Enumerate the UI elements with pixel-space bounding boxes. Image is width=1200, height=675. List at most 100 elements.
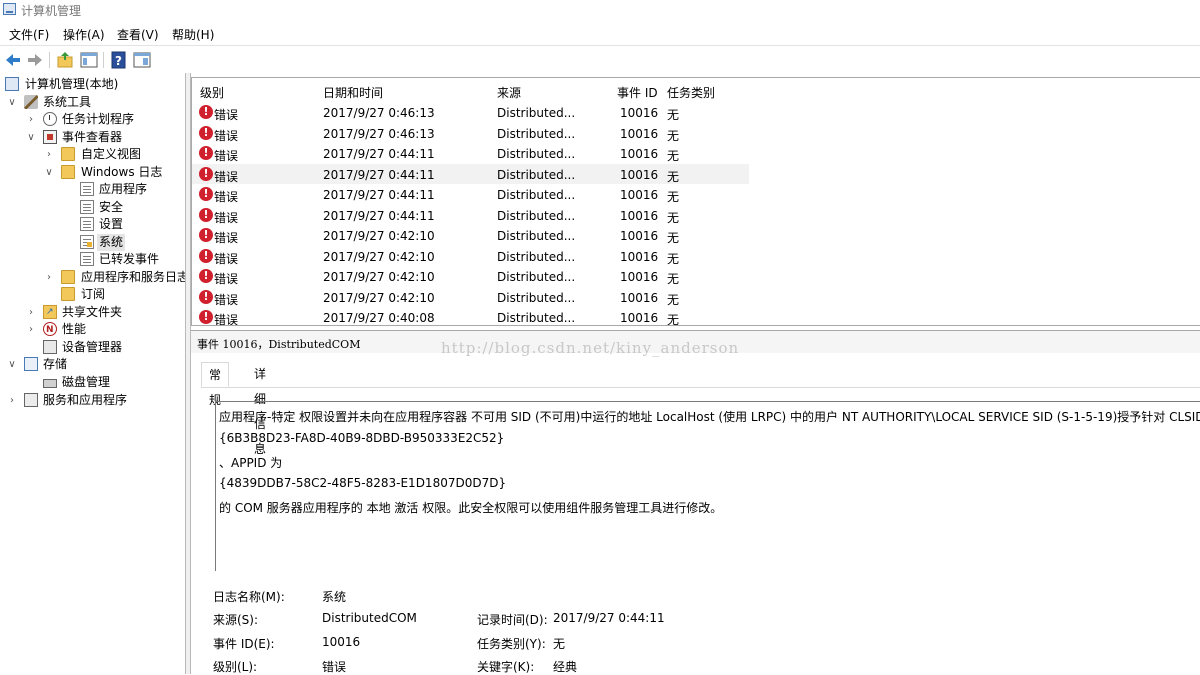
- tab-details[interactable]: 详细信息: [247, 362, 273, 456]
- source-value: DistributedCOM: [322, 611, 417, 625]
- error-icon: !: [199, 310, 213, 324]
- tree-label: 系统工具: [43, 95, 92, 109]
- computer-management-icon: [3, 3, 16, 15]
- column-level[interactable]: 级别: [200, 84, 224, 101]
- back-arrow-icon[interactable]: [3, 50, 23, 70]
- logged-value: 2017/9/27 0:44:11: [553, 611, 665, 625]
- error-icon: !: [199, 125, 213, 140]
- chevron-down-icon[interactable]: ∨: [7, 94, 17, 111]
- cell-datetime: 2017/9/27 0:42:10: [323, 270, 435, 284]
- keywords-label: 关键字(K):: [477, 660, 535, 674]
- menu-view[interactable]: 查看(V): [117, 26, 159, 43]
- chevron-right-icon[interactable]: ›: [26, 111, 36, 128]
- description-line: {6B3B8D23-FA8D-40B9-8DBD-B950333E2C52}: [219, 431, 505, 445]
- column-datetime[interactable]: 日期和时间: [323, 84, 383, 101]
- chevron-right-icon[interactable]: ›: [26, 304, 36, 321]
- error-icon: !: [199, 248, 213, 263]
- chevron-right-icon[interactable]: ›: [26, 321, 36, 338]
- event-id-label: 事件 ID(E):: [213, 637, 275, 651]
- tree-label: 任务计划程序: [62, 112, 135, 126]
- computer-icon: [5, 77, 19, 91]
- tree-label: 设备管理器: [62, 340, 123, 354]
- column-task-category[interactable]: 任务类别: [667, 84, 715, 101]
- forward-arrow-icon[interactable]: [25, 50, 45, 70]
- tab-general[interactable]: 常规: [201, 362, 230, 407]
- cell-task-category: 无: [667, 272, 680, 286]
- event-row[interactable]: ! 错误 2017/9/27 0:46:13 Distributed... 10016 无: [192, 102, 749, 123]
- chevron-down-icon[interactable]: ∨: [26, 129, 36, 146]
- cell-source: Distributed...: [497, 229, 576, 243]
- description-line: 的 COM 服务器应用程序的 本地 激活 权限。此安全权限可以使用组件服务管理工…: [219, 501, 723, 515]
- event-viewer-icon: [43, 130, 57, 144]
- chevron-right-icon[interactable]: ›: [44, 269, 54, 286]
- disk-icon: [43, 379, 57, 388]
- menu-help[interactable]: 帮助(H): [172, 26, 214, 43]
- menu-bar: 文件(F) 操作(A) 查看(V) 帮助(H): [0, 22, 1200, 44]
- folder-icon: [61, 287, 75, 301]
- log-name-label: 日志名称(M):: [213, 590, 285, 604]
- up-folder-icon[interactable]: [55, 50, 75, 70]
- storage-icon: [24, 357, 38, 371]
- level-label: 级别(L):: [213, 660, 258, 674]
- help-icon[interactable]: ?: [109, 50, 129, 70]
- event-row[interactable]: ! 错误 2017/9/27 0:42:10 Distributed... 10016 无: [192, 266, 749, 287]
- cell-task-category: 无: [667, 108, 680, 122]
- svg-text:?: ?: [115, 54, 122, 68]
- column-event-id[interactable]: 事件 ID: [617, 84, 658, 101]
- event-row[interactable]: ! 错误 2017/9/27 0:44:11 Distributed... 10016 无: [192, 184, 749, 205]
- event-row[interactable]: ! 错误 2017/9/27 0:46:13 Distributed... 10016 无: [192, 123, 749, 144]
- cell-task-category: 无: [667, 190, 680, 204]
- keywords-value: 经典: [553, 660, 578, 674]
- event-detail-pane: 事件 10016，DistributedCOM http://blog.csdn…: [191, 330, 1200, 675]
- shared-folder-icon: [43, 304, 57, 321]
- error-icon: !: [199, 228, 213, 242]
- folder-icon: [61, 270, 75, 284]
- event-row[interactable]: ! 错误 2017/9/27 0:44:11 Distributed... 10016 无: [192, 205, 749, 226]
- tree-label: 自定义视图: [81, 147, 142, 161]
- event-row[interactable]: ! 错误 2017/9/27 0:42:10 Distributed... 10016 无: [192, 287, 749, 308]
- cell-source: Distributed...: [497, 270, 576, 284]
- cell-source: Distributed...: [497, 126, 576, 141]
- tree-label: 性能: [62, 322, 87, 336]
- cell-datetime: 2017/9/27 0:44:11: [323, 167, 435, 182]
- cell-event-id: 10016: [620, 270, 659, 284]
- cell-level: 错误: [214, 292, 239, 307]
- chevron-down-icon[interactable]: ∨: [44, 164, 54, 181]
- tree-label: Windows 日志: [81, 165, 163, 179]
- folder-icon: [61, 165, 75, 179]
- event-row[interactable]: ! 错误 2017/9/27 0:42:10 Distributed... 10016 无: [192, 246, 749, 267]
- event-description[interactable]: 应用程序-特定 权限设置并未向在应用程序容器 不可用 SID (不可用)中运行的…: [215, 401, 1200, 571]
- chevron-right-icon[interactable]: ›: [44, 146, 54, 163]
- chevron-right-icon[interactable]: ›: [7, 392, 17, 409]
- source-label: 来源(S):: [213, 613, 259, 627]
- event-row[interactable]: ! 错误 2017/9/27 0:44:11 Distributed... 10016 无: [192, 143, 749, 164]
- tree-label: 服务和应用程序: [43, 393, 128, 407]
- event-row[interactable]: ! 错误 2017/9/27 0:44:11 Distributed... 10016 无: [192, 163, 749, 184]
- cell-level: 错误: [214, 190, 239, 204]
- cell-datetime: 2017/9/27 0:42:10: [323, 249, 435, 264]
- tree-label: 计算机管理(本地): [25, 77, 119, 91]
- error-icon: !: [199, 289, 213, 304]
- cell-datetime: 2017/9/27 0:46:13: [323, 126, 435, 141]
- log-name-value: 系统: [322, 590, 347, 604]
- event-list-header: 级别 日期和时间 来源 事件 ID 任务类别: [192, 78, 1200, 102]
- chevron-down-icon[interactable]: ∨: [7, 356, 17, 373]
- event-row[interactable]: ! 错误 2017/9/27 0:42:10 Distributed... 10016 无: [192, 225, 749, 246]
- cell-level: 错误: [214, 272, 239, 286]
- column-source[interactable]: 来源: [497, 84, 521, 101]
- properties-icon[interactable]: [132, 50, 152, 70]
- cell-datetime: 2017/9/27 0:44:11: [323, 208, 435, 223]
- cell-datetime: 2017/9/27 0:42:10: [323, 290, 435, 305]
- window-title: 计算机管理: [21, 4, 82, 18]
- cell-datetime: 2017/9/27 0:44:11: [323, 188, 435, 202]
- tree-label: 设置: [99, 217, 124, 231]
- description-line: {4839DDB7-58C2-48F5-8283-E1D1807D0D7D}: [219, 476, 507, 490]
- event-row[interactable]: ! 错误 2017/9/27 0:40:08 Distributed... 10016 无: [192, 307, 749, 325]
- menu-file[interactable]: 文件(F): [9, 26, 49, 43]
- console-tree-icon[interactable]: [79, 50, 99, 70]
- cell-datetime: 2017/9/27 0:46:13: [323, 106, 435, 120]
- services-icon: [24, 393, 38, 407]
- error-icon: !: [199, 187, 213, 201]
- event-id-value: 10016: [322, 635, 361, 649]
- menu-action[interactable]: 操作(A): [63, 26, 105, 43]
